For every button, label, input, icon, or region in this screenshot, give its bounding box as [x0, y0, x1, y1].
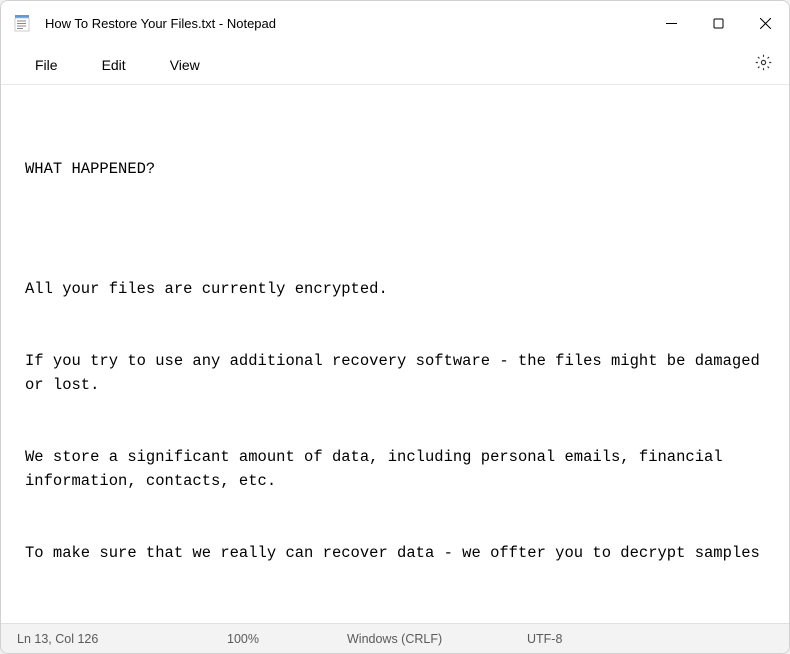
status-position: Ln 13, Col 126	[17, 632, 227, 646]
close-button[interactable]	[742, 1, 789, 45]
menu-edit[interactable]: Edit	[84, 51, 144, 79]
status-zoom: 100%	[227, 632, 347, 646]
text-line: To make sure that we really can recover …	[25, 541, 765, 565]
maximize-button[interactable]	[695, 1, 742, 45]
menu-view[interactable]: View	[152, 51, 218, 79]
titlebar: How To Restore Your Files.txt - Notepad	[1, 1, 789, 45]
minimize-button[interactable]	[648, 1, 695, 45]
menu-file[interactable]: File	[17, 51, 76, 79]
text-line: WHAT HAPPENED?	[25, 157, 765, 181]
text-line: We store a significant amount of data, i…	[25, 445, 765, 493]
menubar: File Edit View	[1, 45, 789, 85]
status-line-ending: Windows (CRLF)	[347, 632, 527, 646]
text-line: If you try to use any additional recover…	[25, 349, 765, 397]
window-title: How To Restore Your Files.txt - Notepad	[45, 16, 648, 31]
window-controls	[648, 1, 789, 45]
statusbar: Ln 13, Col 126 100% Windows (CRLF) UTF-8	[1, 623, 789, 653]
notepad-icon	[13, 14, 31, 32]
gear-icon	[755, 54, 772, 76]
settings-button[interactable]	[745, 47, 781, 83]
text-editor[interactable]: WHAT HAPPENED? All your files are curren…	[1, 85, 789, 623]
status-encoding: UTF-8	[527, 632, 622, 646]
text-line: All your files are currently encrypted.	[25, 277, 765, 301]
notepad-window: How To Restore Your Files.txt - Notepad …	[0, 0, 790, 654]
